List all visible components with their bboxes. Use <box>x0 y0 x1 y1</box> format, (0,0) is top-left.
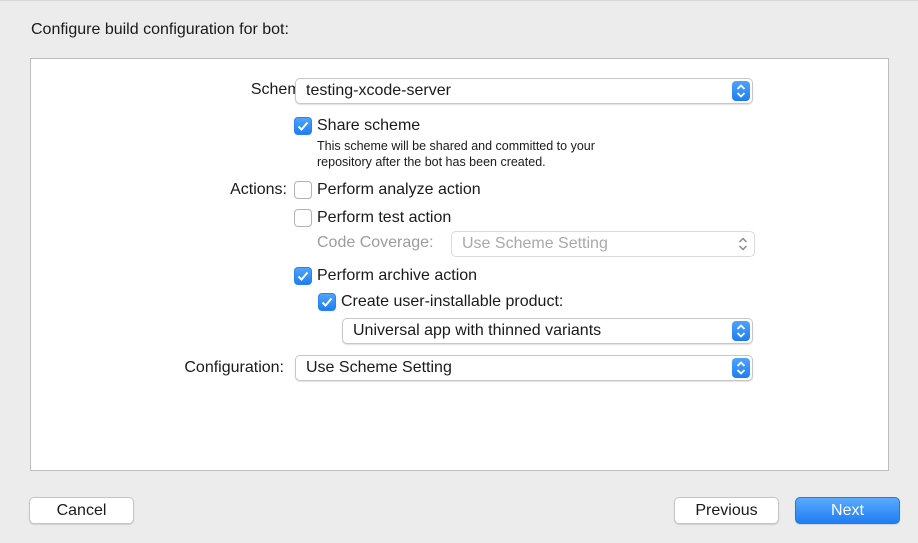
window-top-border <box>0 0 918 1</box>
previous-button[interactable]: Previous <box>674 497 779 524</box>
code-coverage-popup-value: Use Scheme Setting <box>462 235 608 252</box>
analyze-action-checkbox[interactable] <box>294 181 312 199</box>
installable-product-checkbox[interactable] <box>318 293 336 311</box>
share-scheme-label: Share scheme <box>317 117 421 134</box>
code-coverage-popup[interactable]: Use Scheme Setting <box>451 231 755 257</box>
popup-stepper-icon <box>732 81 750 101</box>
popup-stepper-icon <box>732 358 750 378</box>
actions-label: Actions: <box>230 181 287 198</box>
analyze-action-label: Perform analyze action <box>317 181 481 198</box>
product-type-popup-value: Universal app with thinned variants <box>353 322 602 339</box>
archive-action-label: Perform archive action <box>317 267 478 284</box>
product-type-popup[interactable]: Universal app with thinned variants <box>342 318 753 344</box>
configuration-popup-value: Use Scheme Setting <box>306 359 452 376</box>
checkmark-icon <box>321 297 333 307</box>
scheme-popup[interactable]: testing-xcode-server <box>295 78 753 104</box>
cancel-button[interactable]: Cancel <box>29 497 134 524</box>
sheet-heading: Configure build configuration for bot: <box>31 21 289 38</box>
installable-product-label: Create user-installable product: <box>341 293 564 310</box>
code-coverage-label: Code Coverage: <box>317 234 434 251</box>
popup-stepper-icon <box>732 321 750 341</box>
next-button[interactable]: Next <box>795 497 900 524</box>
share-scheme-checkbox[interactable] <box>294 117 312 135</box>
scheme-popup-value: testing-xcode-server <box>306 82 451 99</box>
share-scheme-help-line2: repository after the bot has been create… <box>317 155 546 169</box>
test-action-label: Perform test action <box>317 209 452 226</box>
checkmark-icon <box>297 121 309 131</box>
share-scheme-help-line1: This scheme will be shared and committed… <box>317 139 595 153</box>
test-action-checkbox[interactable] <box>294 209 312 227</box>
settings-panel: Scheme: testing-xcode-server Share schem… <box>30 58 889 471</box>
popup-stepper-icon <box>734 234 752 254</box>
scheme-label: Scheme: <box>250 81 314 98</box>
configuration-popup[interactable]: Use Scheme Setting <box>295 355 753 381</box>
checkmark-icon <box>297 271 309 281</box>
configuration-label: Configuration: <box>184 359 284 376</box>
archive-action-checkbox[interactable] <box>294 267 312 285</box>
